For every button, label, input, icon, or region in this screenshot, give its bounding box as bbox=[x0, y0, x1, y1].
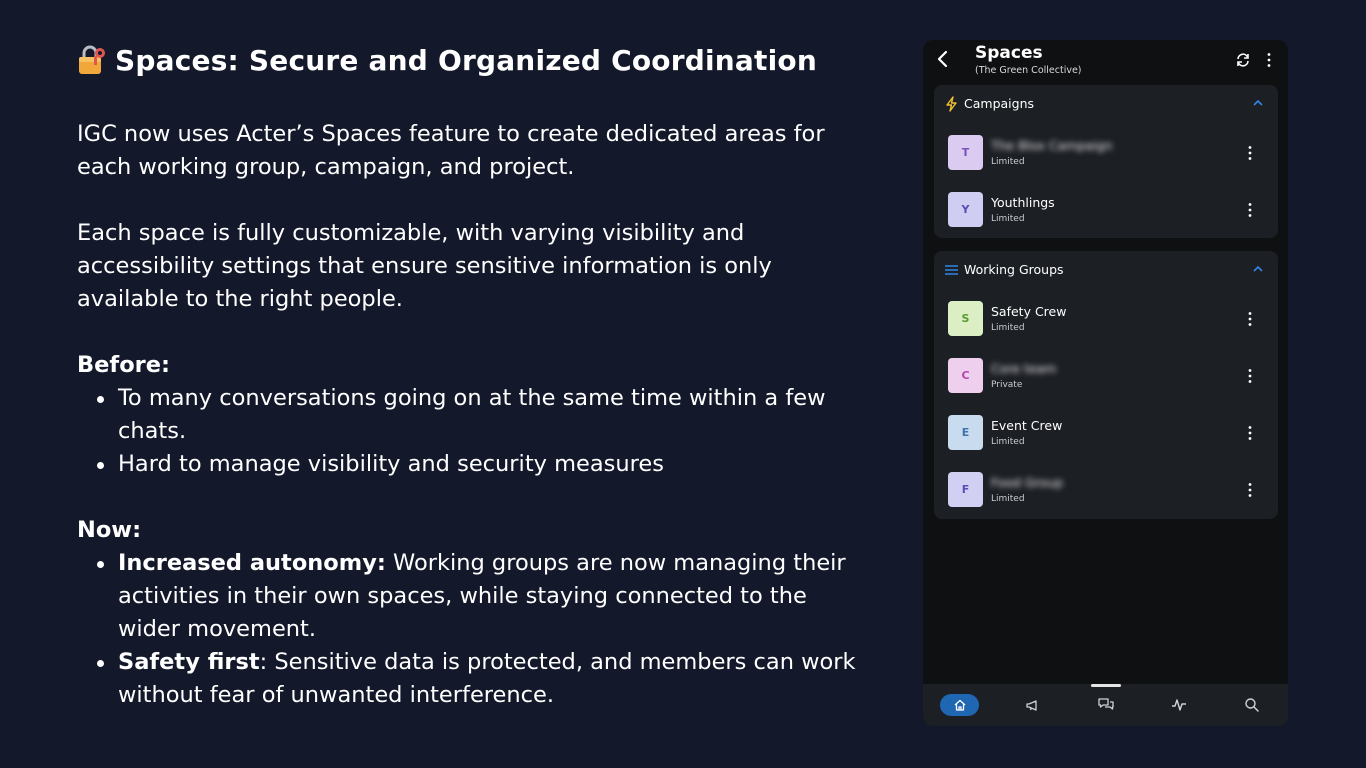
page-subtitle: (The Green Collective) bbox=[975, 65, 1082, 76]
chat-icon[interactable] bbox=[1097, 696, 1115, 714]
campaigns-section: Campaigns T The Blox Campaign Limited Y … bbox=[934, 85, 1278, 238]
before-item: To many conversations going on at the sa… bbox=[94, 382, 864, 448]
chevron-up-icon[interactable] bbox=[1252, 264, 1264, 274]
space-visibility: Private bbox=[991, 380, 1023, 390]
space-name: Safety Crew bbox=[991, 304, 1067, 319]
back-arrow-icon[interactable] bbox=[935, 50, 951, 68]
now-item: Safety first: Sensitive data is protecte… bbox=[94, 646, 864, 712]
space-row[interactable]: C Core team Private bbox=[934, 351, 1278, 401]
space-avatar: E bbox=[948, 415, 983, 450]
space-visibility: Limited bbox=[991, 214, 1025, 224]
lock-with-key-icon bbox=[79, 45, 105, 74]
before-item: Hard to manage visibility and security m… bbox=[94, 448, 864, 481]
space-visibility: Limited bbox=[991, 323, 1025, 333]
space-name: Food Group bbox=[991, 475, 1064, 490]
space-avatar: C bbox=[948, 358, 983, 393]
intro-paragraph: IGC now uses Acter’s Spaces feature to c… bbox=[77, 121, 825, 180]
now-item-bold: Increased autonomy: bbox=[118, 550, 386, 576]
working-groups-section: Working Groups S Safety Crew Limited C C… bbox=[934, 251, 1278, 519]
space-row[interactable]: T The Blox Campaign Limited bbox=[934, 128, 1278, 178]
more-options-icon[interactable] bbox=[1247, 425, 1253, 441]
now-heading: Now: bbox=[77, 517, 142, 543]
lightning-icon bbox=[946, 96, 957, 112]
bottom-navigation bbox=[923, 684, 1288, 726]
title-row: Spaces: Secure and Organized Coordinatio… bbox=[77, 42, 877, 78]
activity-icon[interactable] bbox=[1170, 696, 1188, 714]
space-avatar: S bbox=[948, 301, 983, 336]
nav-indicator bbox=[1091, 684, 1121, 687]
space-name: The Blox Campaign bbox=[991, 138, 1113, 153]
chevron-up-icon[interactable] bbox=[1252, 98, 1264, 108]
working-groups-section-header[interactable]: Working Groups bbox=[934, 251, 1278, 289]
more-options-icon[interactable] bbox=[1247, 368, 1253, 384]
slide-title: Spaces: Secure and Organized Coordinatio… bbox=[115, 43, 817, 77]
before-heading: Before: bbox=[77, 352, 171, 378]
list-icon bbox=[945, 265, 958, 275]
page-title: Spaces bbox=[975, 43, 1043, 63]
megaphone-icon[interactable] bbox=[1024, 696, 1042, 714]
working-groups-label: Working Groups bbox=[964, 262, 1064, 277]
space-visibility: Limited bbox=[991, 157, 1025, 167]
space-avatar: Y bbox=[948, 192, 983, 227]
campaigns-label: Campaigns bbox=[964, 96, 1035, 111]
space-name: Core team bbox=[991, 361, 1057, 376]
space-visibility: Limited bbox=[991, 437, 1025, 447]
phone-screenshot: Spaces (The Green Collective) Campaigns … bbox=[923, 40, 1288, 726]
now-list: Increased autonomy: Working groups are n… bbox=[94, 547, 877, 712]
nav-home-button[interactable] bbox=[940, 694, 979, 716]
more-options-icon[interactable] bbox=[1247, 145, 1253, 161]
space-avatar: F bbox=[948, 472, 983, 507]
space-row[interactable]: F Food Group Limited bbox=[934, 465, 1278, 515]
more-options-icon[interactable] bbox=[1247, 482, 1253, 498]
more-options-icon[interactable] bbox=[1266, 52, 1272, 68]
customization-paragraph: Each space is fully customizable, with v… bbox=[77, 220, 772, 312]
space-avatar: T bbox=[948, 135, 983, 170]
slide-content: Spaces: Secure and Organized Coordinatio… bbox=[77, 42, 877, 712]
now-item-bold: Safety first bbox=[118, 649, 260, 675]
home-icon bbox=[954, 699, 965, 711]
more-options-icon[interactable] bbox=[1247, 311, 1253, 327]
search-icon[interactable] bbox=[1243, 696, 1261, 714]
refresh-icon[interactable] bbox=[1235, 52, 1251, 68]
more-options-icon[interactable] bbox=[1247, 202, 1253, 218]
campaigns-section-header[interactable]: Campaigns bbox=[934, 85, 1278, 123]
now-item: Increased autonomy: Working groups are n… bbox=[94, 547, 864, 646]
space-row[interactable]: E Event Crew Limited bbox=[934, 408, 1278, 458]
before-list: To many conversations going on at the sa… bbox=[94, 382, 877, 481]
space-row[interactable]: Y Youthlings Limited bbox=[934, 185, 1278, 235]
space-visibility: Limited bbox=[991, 494, 1025, 504]
space-name: Event Crew bbox=[991, 418, 1063, 433]
app-header: Spaces (The Green Collective) bbox=[923, 40, 1288, 80]
space-row[interactable]: S Safety Crew Limited bbox=[934, 294, 1278, 344]
space-name: Youthlings bbox=[991, 195, 1055, 210]
